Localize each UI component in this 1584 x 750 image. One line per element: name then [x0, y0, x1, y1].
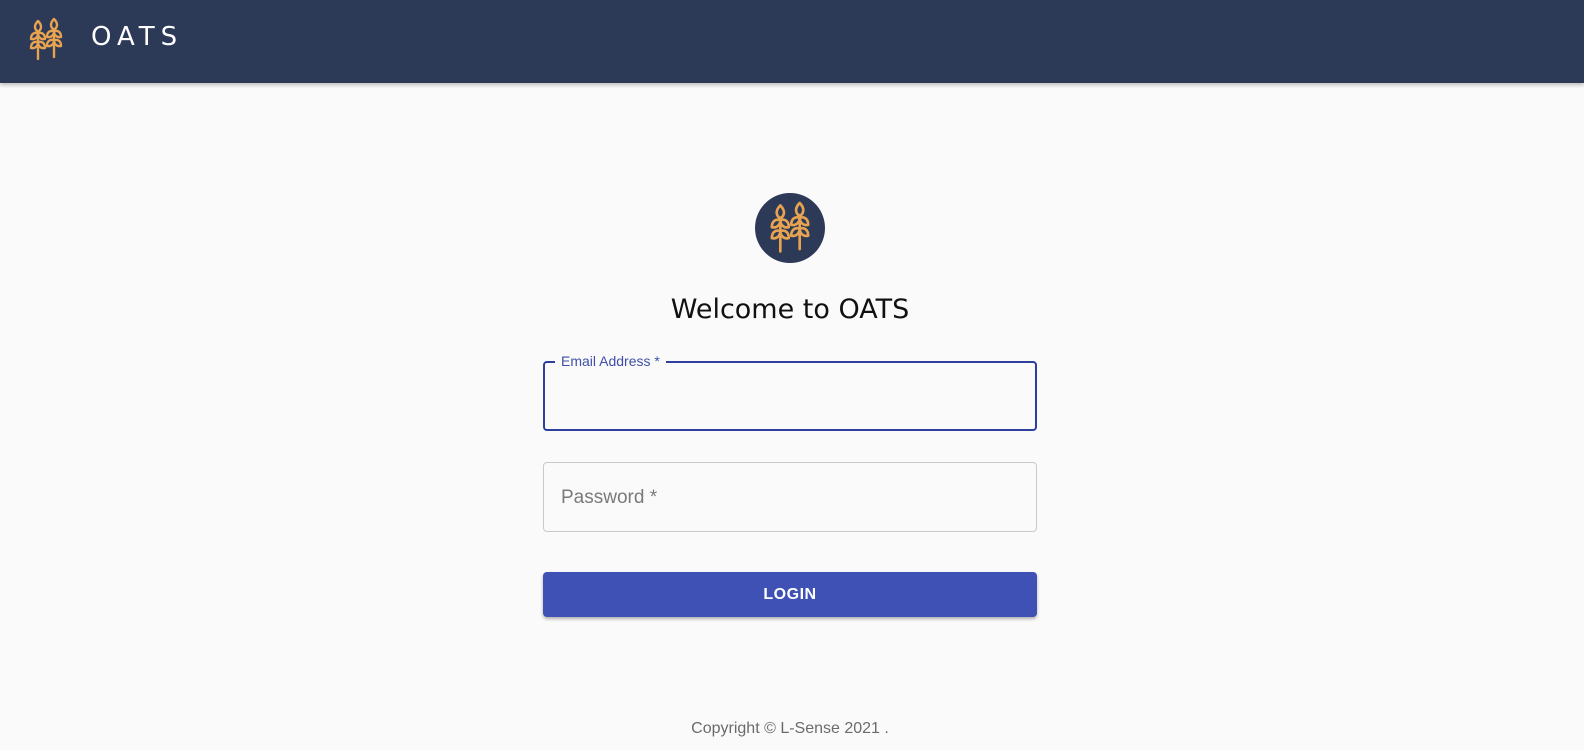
email-input[interactable]	[559, 381, 1023, 413]
avatar	[755, 193, 825, 263]
password-field[interactable]: Password *	[543, 462, 1037, 532]
email-field[interactable]: Email Address *	[543, 353, 1037, 431]
wheat-icon	[767, 197, 813, 260]
wheat-icon[interactable]	[27, 15, 65, 61]
email-field-label: Email Address *	[555, 353, 666, 369]
app-bar: OATS	[0, 0, 1584, 83]
copyright-text: Copyright © L-Sense 2021 .	[691, 720, 889, 737]
login-button[interactable]: LOGIN	[543, 572, 1037, 617]
welcome-title: Welcome to OATS	[670, 294, 910, 325]
app-title[interactable]: OATS	[91, 22, 183, 52]
password-field-label: Password *	[561, 487, 658, 508]
